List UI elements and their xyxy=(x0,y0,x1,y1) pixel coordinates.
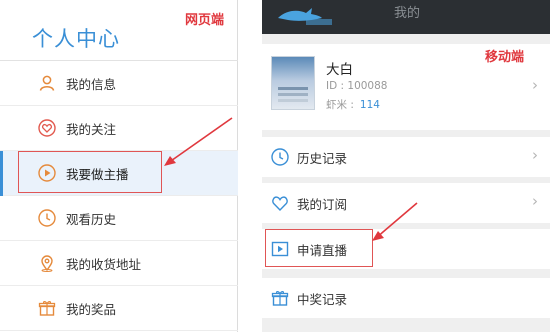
menu-item-subscriptions[interactable]: 我的订阅 › xyxy=(262,183,550,223)
sidebar-item-my-prizes[interactable]: 我的奖品 xyxy=(0,286,238,331)
menu-item-label: 中奖记录 xyxy=(297,292,348,307)
clock-icon xyxy=(271,148,289,166)
sidebar-item-my-follows[interactable]: 我的关注 xyxy=(0,106,238,151)
sidebar-item-label: 我的奖品 xyxy=(66,302,117,317)
location-icon xyxy=(41,255,53,272)
avatar xyxy=(271,56,315,110)
menu-item-label: 我的订阅 xyxy=(297,197,348,212)
top-bar: 我的 xyxy=(262,0,550,34)
web-callout-label: 网页端 xyxy=(185,13,225,28)
highlight-box xyxy=(265,229,373,267)
page-title: 个人中心 xyxy=(32,27,120,51)
heart-icon xyxy=(272,196,288,212)
chevron-right-icon: › xyxy=(532,146,538,164)
shrimp-label: 虾米 : xyxy=(326,99,354,111)
mobile-callout-label: 移动端 xyxy=(485,50,525,65)
menu-item-prize-records[interactable]: 中奖记录 xyxy=(262,278,550,318)
menu-item-history[interactable]: 历史记录 › xyxy=(262,137,550,177)
profile-shrimp: 虾米 : 114 xyxy=(326,97,380,112)
profile-id: ID : 100088 xyxy=(326,80,388,92)
user-icon xyxy=(39,75,55,91)
heart-icon xyxy=(38,119,56,137)
clock-icon xyxy=(38,209,56,227)
sidebar-item-label: 我的信息 xyxy=(66,77,117,92)
profile-name: 大白 xyxy=(326,62,353,78)
chevron-right-icon: › xyxy=(532,192,538,210)
sidebar-item-shipping-address[interactable]: 我的收货地址 xyxy=(0,241,238,286)
sidebar-item-label: 我的关注 xyxy=(66,122,117,137)
menu-item-label: 历史记录 xyxy=(297,151,348,166)
gift-icon xyxy=(38,301,56,316)
sidebar-item-my-info[interactable]: 我的信息 xyxy=(0,61,238,106)
topbar-title: 我的 xyxy=(394,6,421,21)
highlight-box xyxy=(18,151,162,193)
sidebar-item-label: 我的收货地址 xyxy=(66,257,142,272)
shrimp-value: 114 xyxy=(359,99,380,111)
sidebar-item-watch-history[interactable]: 观看历史 xyxy=(0,196,238,241)
sidebar-item-label: 观看历史 xyxy=(66,212,117,227)
shark-logo-icon xyxy=(278,8,332,25)
gift-icon xyxy=(271,291,289,306)
chevron-right-icon: › xyxy=(532,76,538,94)
